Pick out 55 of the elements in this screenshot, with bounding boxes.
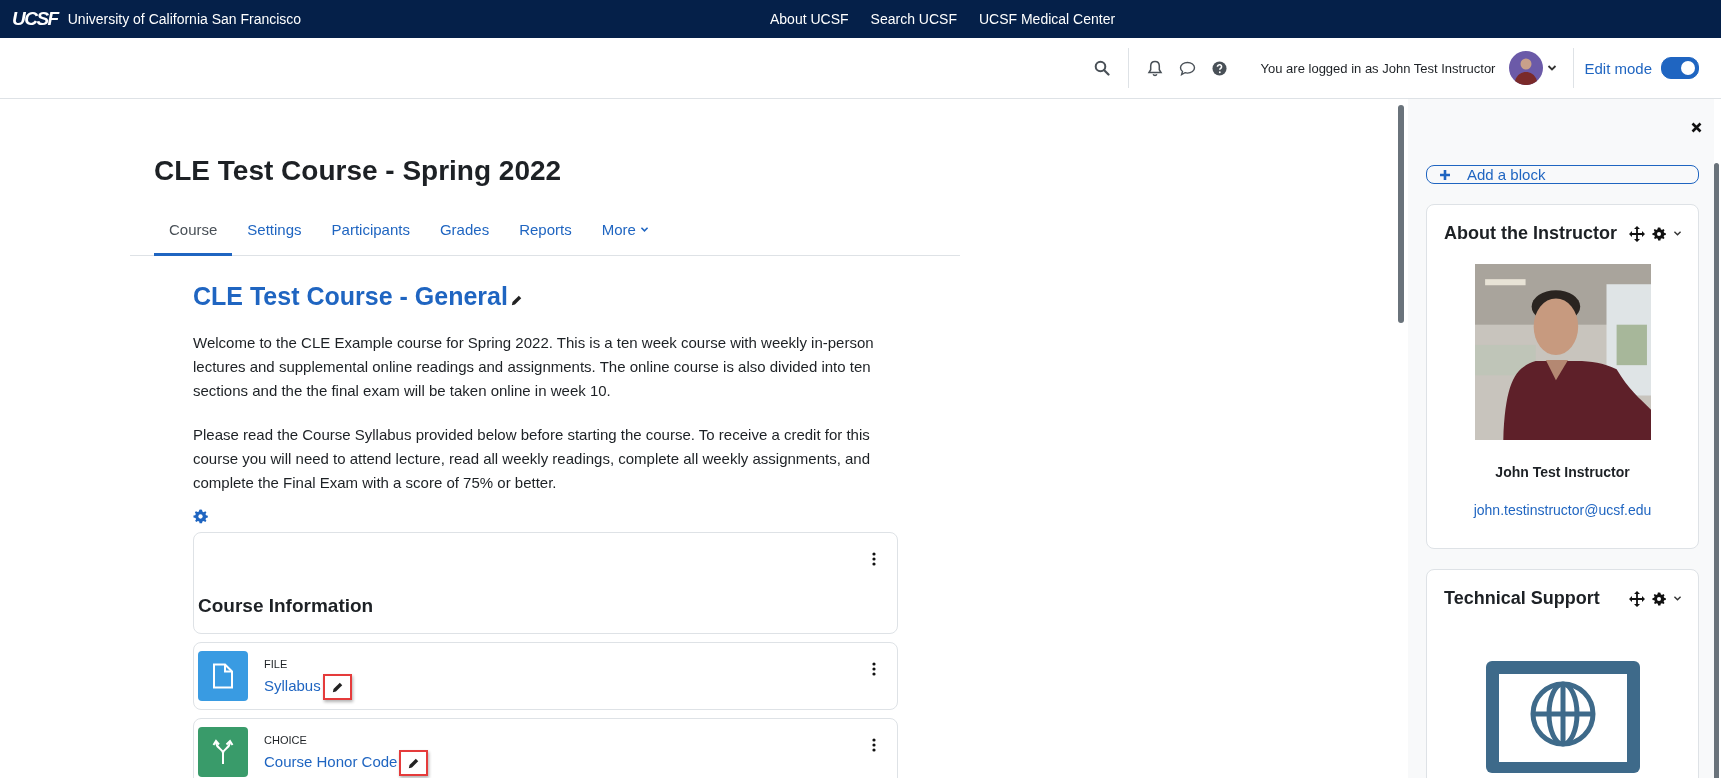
close-icon[interactable] [1691, 122, 1702, 133]
instructor-name: John Test Instructor [1495, 464, 1630, 480]
chat-icon[interactable] [1178, 60, 1196, 76]
activity-link[interactable]: Course Honor Code [264, 752, 398, 770]
course-title: CLE Test Course - Spring 2022 [154, 155, 563, 187]
brand-name[interactable]: University of California San Francisco [67, 11, 302, 27]
more-icon[interactable] [872, 552, 876, 566]
email-link[interactable]: john.testinstructor@ucsf.edu [1473, 502, 1652, 518]
activity-type: FILE [264, 658, 289, 670]
bell-icon[interactable] [1146, 59, 1163, 77]
more-icon[interactable] [872, 738, 876, 752]
block-title: About the Instructor [1444, 223, 1618, 244]
gear-icon[interactable] [1652, 591, 1666, 606]
add-block-button[interactable]: Add a block [1426, 165, 1699, 184]
avatar[interactable] [1509, 51, 1544, 85]
top-link[interactable]: UCSF Medical Center [978, 11, 1116, 27]
edit-title-button[interactable] [322, 674, 352, 700]
pencil-icon[interactable] [330, 680, 344, 694]
edit-mode-label: Edit mode [1584, 59, 1652, 77]
scrollbar[interactable] [1398, 105, 1404, 323]
caret-icon[interactable] [1673, 595, 1682, 602]
pencil-icon[interactable] [509, 294, 523, 307]
pencil-icon[interactable] [407, 756, 421, 770]
caret-icon[interactable] [639, 226, 649, 233]
description-paragraph: Welcome to the CLE Example course for Spring 2022. This is a ten week course with weekly in-person lectures and supplemental online readings and assignments. The online course is also divided into ten sections and the the final exam will be taken online in week 10. [193, 333, 875, 401]
ucsf-logo[interactable]: UCSF [12, 8, 58, 30]
top-link[interactable]: Search UCSF [870, 11, 957, 27]
search-icon[interactable] [1093, 60, 1110, 76]
description-paragraph: Please read the Course Syllabus provided below before starting the course. To receive a credit for this course you will need to attend lecture, read all weekly readings, complete all weekly assignments, and complete the Final Exam with a score of 75% or better. [193, 425, 872, 493]
caret-icon[interactable] [1547, 64, 1558, 72]
move-icon[interactable] [1629, 590, 1645, 607]
course-tab[interactable]: Settings [232, 211, 317, 256]
file-icon[interactable] [198, 651, 248, 701]
edit-mode-toggle[interactable] [1661, 57, 1699, 79]
course-tab[interactable]: Reports [504, 211, 587, 256]
activity-link[interactable]: Syllabus [264, 676, 321, 694]
help-icon[interactable] [1211, 60, 1227, 76]
course-tab[interactable]: Course [154, 211, 233, 256]
activity-type: CHOICE [264, 734, 308, 746]
plus-icon[interactable] [1439, 168, 1451, 181]
top-link[interactable]: About UCSF [770, 11, 849, 27]
course-tab[interactable]: More [586, 211, 664, 256]
label-heading: Course Information [198, 595, 374, 617]
gear-icon[interactable] [1652, 226, 1666, 241]
scrollbar[interactable] [1714, 163, 1719, 778]
section-title[interactable]: CLE Test Course - General [193, 282, 508, 311]
logged-in-text: You are logged in as John Test Instructor [1260, 60, 1496, 76]
block-title: Technical Support [1444, 588, 1601, 609]
choice-icon[interactable] [198, 727, 248, 777]
caret-icon[interactable] [1673, 230, 1682, 237]
course-tab[interactable]: Grades [424, 211, 505, 256]
edit-title-button[interactable] [399, 750, 429, 776]
move-icon[interactable] [1629, 225, 1645, 242]
more-icon[interactable] [872, 662, 876, 676]
course-tab[interactable]: Participants [316, 211, 425, 256]
